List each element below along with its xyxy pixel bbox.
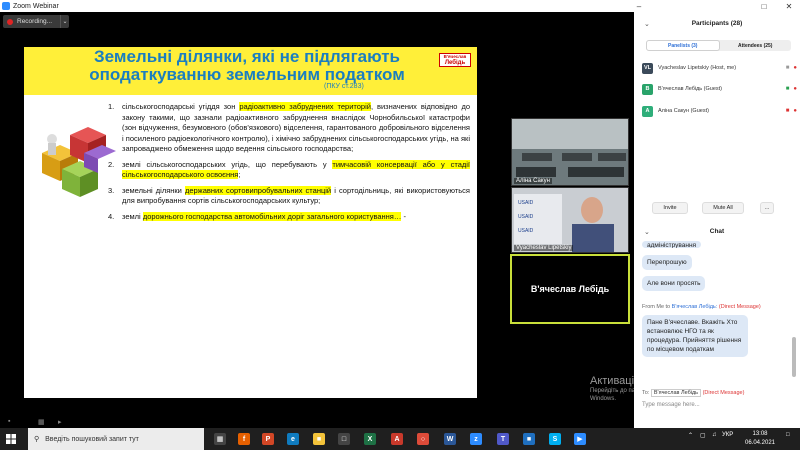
- recording-indicator[interactable]: Recording... ⌄: [3, 15, 69, 28]
- word-icon[interactable]: W: [444, 433, 456, 445]
- notifications-icon[interactable]: □: [786, 432, 790, 438]
- taskbar-search[interactable]: ⚲ Введіть пошуковий запит тут: [28, 428, 204, 450]
- chat-to-line: To: В'ячеслав Лебідь (Direct Message): [642, 389, 745, 397]
- tab-attendees[interactable]: Attendees (25): [720, 40, 792, 51]
- keyboard-language[interactable]: УКР: [722, 432, 733, 438]
- zoom-active-icon[interactable]: ▶: [574, 433, 586, 445]
- puzzle-cubes-icon: [42, 127, 116, 197]
- video-off-icon: ■: [785, 108, 790, 114]
- video-icon: ■: [785, 65, 790, 71]
- side-panel: ⌄ Participants (28) Panelists (3) Attend…: [634, 12, 800, 428]
- chat-message-input[interactable]: Type message here...: [642, 402, 700, 408]
- slide-list: 1. сільськогосподарські угіддя зон радіо…: [108, 102, 470, 227]
- teams-icon[interactable]: T: [497, 433, 509, 445]
- participant-name: Аліна Сакун (Guest): [658, 108, 709, 114]
- mic-muted-icon: ●: [793, 108, 797, 114]
- acrobat-icon[interactable]: A: [391, 433, 403, 445]
- video-tile-name: Vyacheslav Lipetskiy: [514, 245, 574, 251]
- chat-message: Пане В'ячеславе. Вкажіть Хто встановлює …: [642, 315, 748, 357]
- svg-text:USAID: USAID: [518, 228, 534, 234]
- slide-list-item: 1. сільськогосподарські угіддя зон радіо…: [108, 102, 470, 153]
- avatar: А: [642, 105, 653, 117]
- video-tile-vyacheslav-lipetskiy[interactable]: USAID USAID USAID Vyacheslav Lipetskiy: [511, 187, 629, 253]
- skype-icon[interactable]: S: [549, 433, 561, 445]
- chat-message: Перепрошую: [642, 255, 692, 270]
- maximize-icon[interactable]: □: [755, 0, 773, 12]
- tab-panelists[interactable]: Panelists (3): [646, 40, 720, 51]
- close-icon[interactable]: ✕: [780, 0, 798, 12]
- window-title: Zoom Webinar: [13, 2, 59, 10]
- participant-row[interactable]: А Аліна Сакун (Guest) ■ ●: [642, 104, 797, 118]
- store-icon[interactable]: □: [338, 433, 350, 445]
- zoom-icon[interactable]: z: [470, 433, 482, 445]
- mic-muted-icon: ●: [793, 86, 797, 92]
- video-tile-alina[interactable]: Аліна Сакун: [511, 118, 629, 186]
- recording-label: Recording...: [17, 18, 53, 25]
- window-titlebar: Zoom Webinar: [0, 0, 800, 12]
- firefox-icon[interactable]: f: [238, 433, 250, 445]
- windows-start-icon[interactable]: [6, 434, 16, 444]
- logo-line2: Лебідь: [444, 60, 466, 66]
- recording-menu-chevron-icon[interactable]: ⌄: [60, 15, 69, 28]
- classroom-video-icon: [512, 119, 628, 185]
- file-explorer-icon[interactable]: ■: [313, 433, 325, 445]
- slide-subtitle: (ПКУ ст.283): [324, 83, 364, 90]
- chat-recipient-select[interactable]: В'ячеслав Лебідь: [650, 389, 702, 397]
- participant-row[interactable]: В В'ячеслав Лебідь (Guest) ■ ●: [642, 82, 797, 96]
- mute-all-button[interactable]: Mute All: [702, 202, 744, 214]
- chat-message: Але вони просять: [642, 276, 706, 291]
- task-view-icon[interactable]: ▦: [214, 433, 226, 445]
- presenter-logo: В'ячеслав Лебідь: [439, 53, 471, 67]
- shared-slide: Земельні ділянки, які не підлягають опод…: [24, 47, 477, 398]
- invite-button[interactable]: Invite: [652, 202, 688, 214]
- speaker-video-icon: USAID USAID USAID: [512, 188, 628, 252]
- participants-tabs: Panelists (3) Attendees (25): [646, 40, 791, 51]
- layout-icon[interactable]: ▦: [38, 418, 45, 426]
- avatar: В: [642, 83, 653, 95]
- taskbar-clock[interactable]: 13:08 06.04.2021: [740, 430, 780, 448]
- chat-header: Chat: [709, 228, 725, 235]
- video-tile-vyacheslav-lebid[interactable]: В'ячеслав Лебідь: [510, 254, 630, 324]
- svg-text:USAID: USAID: [518, 214, 534, 220]
- chrome-icon[interactable]: ○: [417, 433, 429, 445]
- chat-scrollbar[interactable]: [792, 337, 796, 377]
- video-on-icon: ■: [785, 86, 790, 92]
- mic-muted-icon: ●: [793, 65, 797, 71]
- participants-header: Participants (28): [691, 20, 743, 27]
- chat-from-line: From Me to В'ячеслав Лебідь: (Direct Mes…: [642, 304, 761, 310]
- powerpoint-icon[interactable]: P: [262, 433, 274, 445]
- participant-row[interactable]: VL Vyacheslav Lipetskiy (Host, me) ■ ●: [642, 61, 797, 75]
- slide-title-line1: Земельні ділянки, які не підлягають: [93, 47, 400, 66]
- zoom-app-icon: [2, 2, 10, 10]
- camera-icon[interactable]: ▪: [8, 418, 10, 425]
- slide-title-line2: оподаткуванню земельним податком: [89, 65, 405, 84]
- share-icon[interactable]: ▸: [58, 418, 62, 426]
- svg-text:USAID: USAID: [518, 200, 534, 206]
- minimize-icon[interactable]: –: [630, 0, 648, 12]
- search-icon: ⚲: [34, 436, 40, 443]
- slide-list-item: 4. землі дорожнього господарства автомоб…: [108, 211, 406, 221]
- excel-icon[interactable]: X: [364, 433, 376, 445]
- network-icon[interactable]: ▢: [700, 432, 706, 439]
- more-button[interactable]: ...: [760, 202, 774, 214]
- edge-icon[interactable]: e: [287, 433, 299, 445]
- windows-taskbar: ⚲ Введіть пошуковий запит тут ▦ f P e ■ …: [0, 428, 800, 450]
- windows-app-icon[interactable]: ■: [523, 433, 535, 445]
- chat-message: адміністрування: [642, 241, 702, 248]
- participant-name: В'ячеслав Лебідь (Guest): [658, 86, 723, 92]
- slide-list-item: 2. землі сільськогосподарських угідь, що…: [108, 159, 470, 179]
- tray-chevron-icon[interactable]: ⌃: [688, 432, 693, 439]
- volume-icon[interactable]: ♫: [712, 432, 717, 438]
- record-dot-icon: [7, 18, 13, 25]
- taskbar-search-placeholder: Введіть пошуковий запит тут: [45, 435, 139, 443]
- slide-list-item: 3. земельні ділянки державних сортовипро…: [108, 185, 470, 205]
- video-tile-name: Аліна Сакун: [514, 178, 552, 184]
- video-tile-name-center: В'ячеслав Лебідь: [530, 284, 610, 294]
- avatar: VL: [642, 62, 653, 74]
- participant-name: Vyacheslav Lipetskiy (Host, me): [658, 65, 737, 71]
- slide-header: Земельні ділянки, які не підлягають опод…: [24, 47, 477, 95]
- slide-title: Земельні ділянки, які не підлягають опод…: [52, 48, 442, 84]
